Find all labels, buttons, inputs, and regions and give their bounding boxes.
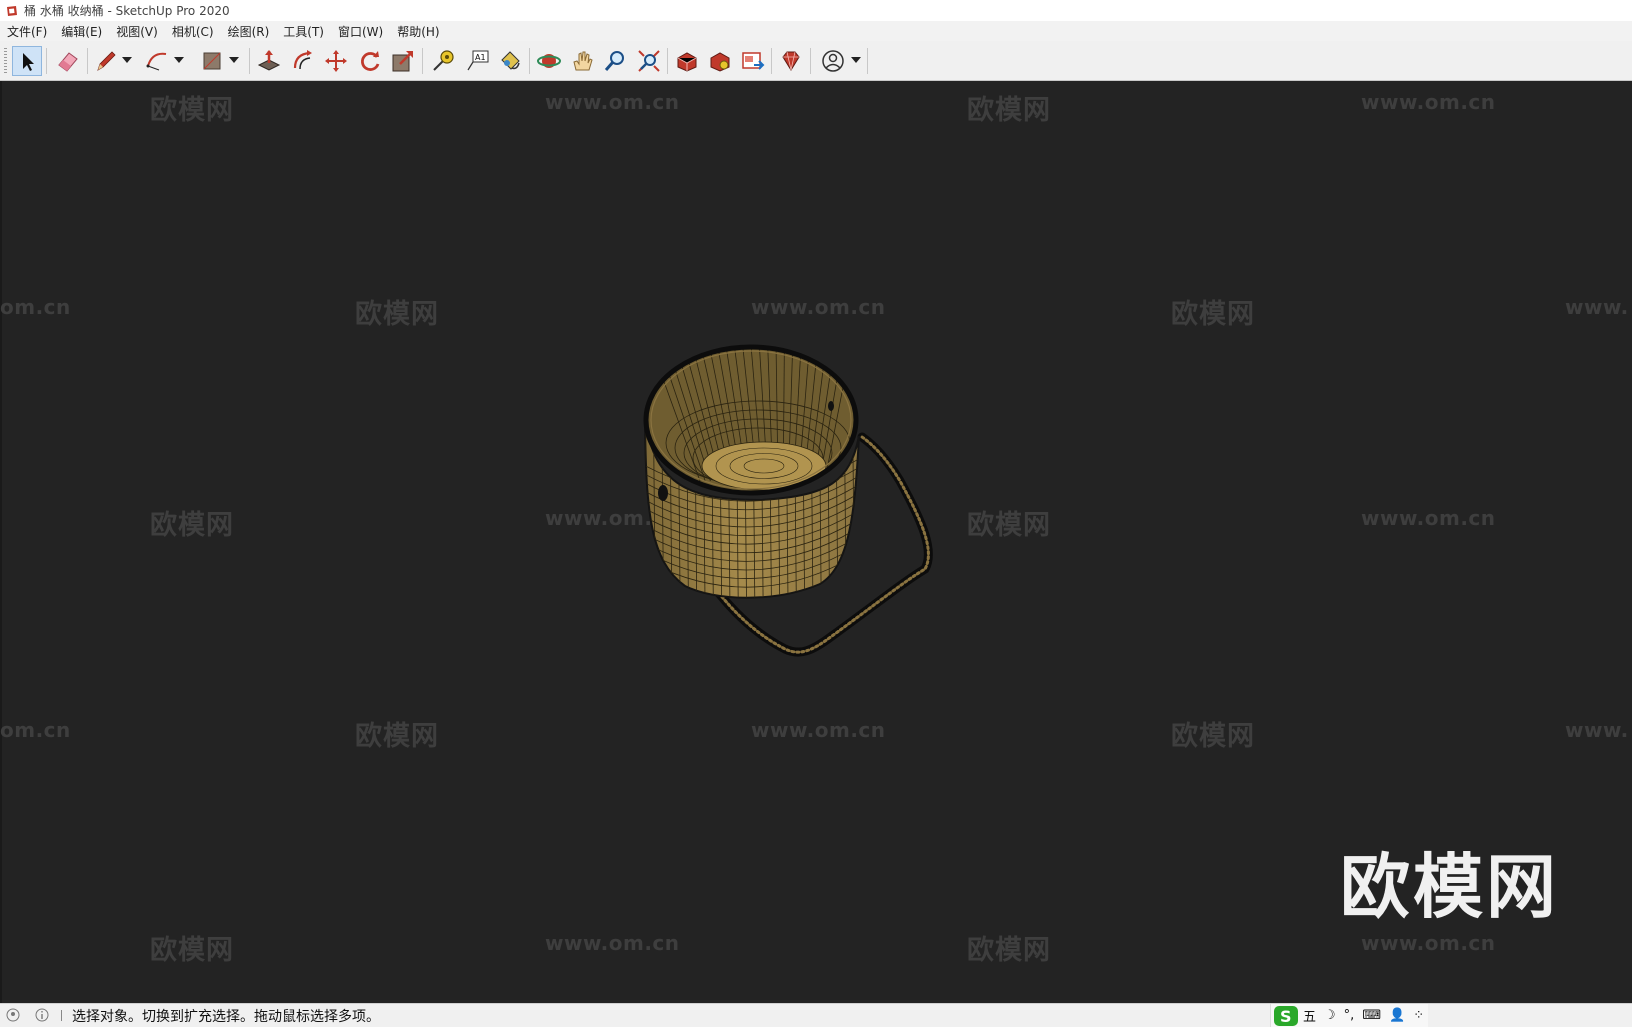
offset-icon [293, 50, 312, 70]
tape-measure-icon [433, 50, 454, 71]
ime-tools-icon[interactable]: ⁘ [1413, 1008, 1424, 1023]
sketchup-logo-icon [7, 5, 17, 16]
status-message: 选择对象。切换到扩充选择。拖动鼠标选择多项。 [72, 1009, 380, 1025]
ime-toolbar[interactable]: S 五 ☽ °, ⌨ 👤 ⁘ [1270, 1004, 1429, 1027]
move-tool-button[interactable] [321, 46, 351, 76]
status-bar: 选择对象。切换到扩充选择。拖动鼠标选择多项。 S 五 ☽ °, ⌨ 👤 ⁘ [0, 1003, 1632, 1027]
push-pull-icon [257, 50, 281, 71]
toolbar-separator [810, 48, 811, 74]
menu-draw[interactable]: 绘图(R) [221, 23, 277, 40]
toolbar-separator [867, 48, 868, 74]
ime-mode-wubi[interactable]: 五 [1303, 1006, 1316, 1025]
user-account-icon [822, 50, 844, 72]
offset-tool-button[interactable] [288, 46, 318, 76]
scale-icon [392, 51, 413, 72]
menu-tools[interactable]: 工具(T) [276, 23, 331, 40]
chevron-down-icon [122, 57, 132, 63]
rotate-icon [361, 51, 380, 71]
account-button[interactable] [818, 46, 848, 76]
chevron-down-icon [229, 57, 239, 63]
zoom-tool-button[interactable] [600, 46, 630, 76]
ime-keyboard-icon[interactable]: ⌨ [1362, 1008, 1381, 1023]
toolbar-separator [529, 48, 530, 74]
ime-user-icon[interactable]: 👤 [1389, 1008, 1405, 1023]
svg-text:A1: A1 [475, 53, 486, 62]
pencil-line-tool-button[interactable] [91, 46, 121, 76]
text-tool-button[interactable]: A1 [462, 46, 492, 76]
pencil-icon [97, 51, 116, 71]
account-dropdown-arrow[interactable] [850, 54, 862, 66]
orbit-icon [537, 54, 561, 68]
toolbar-separator [87, 48, 88, 74]
warehouse-icon [677, 52, 697, 72]
menu-window[interactable]: 窗口(W) [331, 23, 390, 40]
zoom-extents-tool-button[interactable] [634, 46, 664, 76]
rotate-tool-button[interactable] [355, 46, 385, 76]
toolbar-separator [46, 48, 47, 74]
pencil-dropdown-arrow[interactable] [121, 54, 133, 66]
arc-dropdown-arrow[interactable] [173, 54, 185, 66]
extension-warehouse-tool-button[interactable] [705, 46, 735, 76]
menu-bar: 文件(F) 编辑(E) 视图(V) 相机(C) 绘图(R) 工具(T) 窗口(W… [0, 21, 1632, 41]
ruby-gem-icon [782, 51, 800, 71]
menu-edit[interactable]: 编辑(E) [54, 23, 109, 40]
arc-icon [146, 52, 167, 71]
menu-help[interactable]: 帮助(H) [390, 23, 446, 40]
rectangle-tool-button[interactable] [197, 46, 227, 76]
ime-punctuation-icon[interactable]: °, [1344, 1008, 1355, 1023]
main-toolbar: A1 [0, 41, 1632, 81]
toolbar-separator [667, 48, 668, 74]
ime-halfwidth-icon[interactable]: ☽ [1324, 1008, 1336, 1023]
svg-text:S: S [1280, 1007, 1292, 1026]
handle-pivot-right [828, 401, 834, 411]
menu-camera[interactable]: 相机(C) [165, 23, 221, 40]
layout-send-icon [742, 52, 765, 70]
chevron-down-icon [174, 57, 184, 63]
scale-tool-button[interactable] [388, 46, 418, 76]
menu-view[interactable]: 视图(V) [109, 23, 165, 40]
send-to-layout-tool-button[interactable] [738, 46, 768, 76]
rectangle-icon [203, 52, 221, 70]
orbit-tool-button[interactable] [534, 46, 564, 76]
push-pull-tool-button[interactable] [254, 46, 284, 76]
eraser-tool-button[interactable] [53, 46, 83, 76]
title-bar: 桶 水桶 收纳桶 - SketchUp Pro 2020 [0, 0, 1632, 21]
toolbar-separator [249, 48, 250, 74]
brand-watermark: 欧模网 [1340, 846, 1559, 928]
paint-bucket-tool-button[interactable] [495, 46, 525, 76]
window-title: 桶 水桶 收纳桶 - SketchUp Pro 2020 [24, 4, 230, 18]
hand-icon [573, 51, 593, 71]
toolbar-grip[interactable] [4, 48, 7, 74]
select-tool-button[interactable] [12, 46, 42, 76]
paint-bucket-icon [501, 51, 520, 70]
drawing-viewport[interactable]: 欧模网 www.om.cn 欧模网 www.om.cn om.cn 欧模网 ww… [0, 81, 1632, 1003]
menu-file[interactable]: 文件(F) [0, 23, 54, 40]
arc-tool-button[interactable] [142, 46, 172, 76]
text-label-icon: A1 [467, 50, 489, 71]
sogou-ime-logo-icon[interactable]: S [1273, 1005, 1299, 1027]
extension-warehouse-icon [710, 52, 730, 72]
toolbar-separator [771, 48, 772, 74]
chevron-down-icon [851, 57, 861, 63]
magnifier-icon [604, 51, 624, 71]
handle-pivot-left [658, 485, 668, 501]
rectangle-dropdown-arrow[interactable] [228, 54, 240, 66]
pan-tool-button[interactable] [567, 46, 597, 76]
move-arrows-icon [325, 50, 347, 72]
toolbar-separator [422, 48, 423, 74]
info-icon[interactable] [35, 1008, 49, 1022]
3d-warehouse-tool-button[interactable] [672, 46, 702, 76]
zoom-extents-icon [638, 50, 660, 72]
geo-location-icon[interactable] [6, 1008, 20, 1022]
eraser-icon [58, 52, 78, 72]
status-separator [61, 1010, 62, 1021]
arrow-cursor-icon [23, 53, 34, 71]
extension-manager-tool-button[interactable] [776, 46, 806, 76]
tape-measure-tool-button[interactable] [428, 46, 458, 76]
